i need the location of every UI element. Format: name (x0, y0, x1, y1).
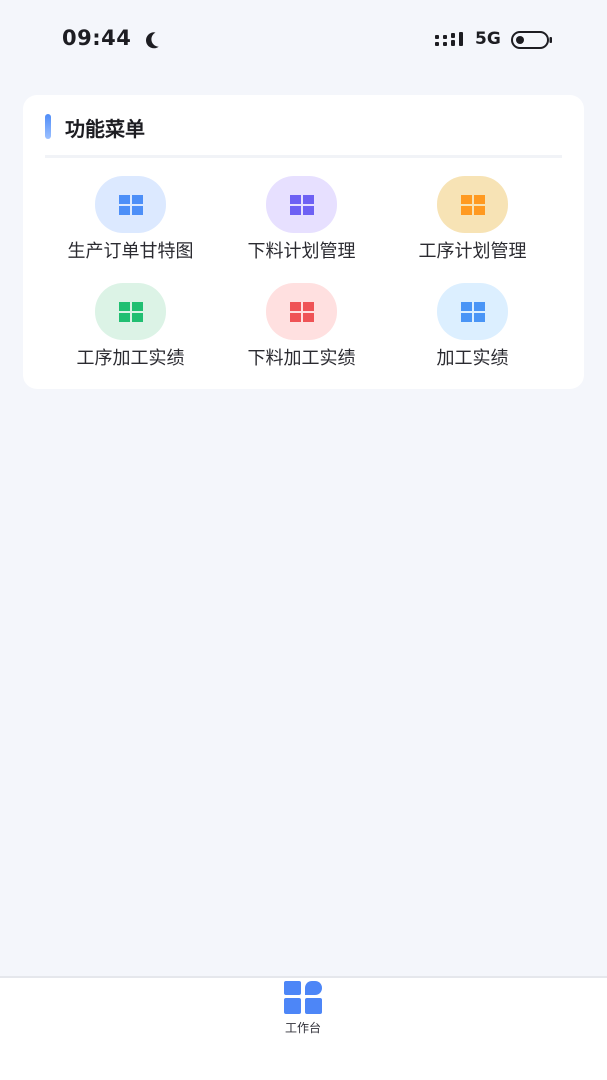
tab-workbench[interactable]: 工作台 (270, 978, 336, 1048)
menu-item-cutting-plan[interactable]: 下料计划管理 (216, 176, 387, 266)
grid-icon (460, 194, 485, 215)
function-menu-card: 功能菜单 生产订单甘特图 下料计划管理 工序计划管理 工序加工实绩 下料加工实绩… (23, 95, 584, 389)
menu-item-label: 工序加工实绩 (76, 348, 185, 369)
menu-icon-bubble (437, 176, 508, 233)
grid-icon (289, 194, 314, 215)
menu-item-label: 加工实绩 (436, 348, 509, 369)
network-type: 5G (475, 29, 501, 49)
moon-icon (146, 32, 159, 49)
menu-icon-bubble (266, 283, 337, 340)
grid-icon (118, 301, 143, 322)
menu-icon-bubble (95, 176, 166, 233)
menu-item-label: 工序计划管理 (418, 241, 527, 262)
workbench-icon (284, 981, 322, 1014)
menu-item-label: 下料计划管理 (247, 241, 356, 262)
signal-icon (435, 32, 463, 46)
status-bar: 09:44 5G (0, 0, 607, 80)
menu-item-cutting-results[interactable]: 下料加工实绩 (216, 283, 387, 373)
menu-icon-bubble (437, 283, 508, 340)
menu-icon-bubble (95, 283, 166, 340)
menu-item-process-plan[interactable]: 工序计划管理 (387, 176, 558, 266)
menu-item-process-results[interactable]: 工序加工实绩 (45, 283, 216, 373)
bottom-tab-bar: 工作台 (0, 976, 607, 1080)
menu-item-production-gantt[interactable]: 生产订单甘特图 (45, 176, 216, 266)
grid-icon (289, 301, 314, 322)
card-title: 功能菜单 (65, 117, 145, 141)
card-divider (45, 155, 562, 158)
status-time: 09:44 (62, 26, 132, 50)
menu-item-label: 下料加工实绩 (247, 348, 356, 369)
menu-grid: 生产订单甘特图 下料计划管理 工序计划管理 工序加工实绩 下料加工实绩 加工实绩 (45, 176, 562, 373)
card-header: 功能菜单 (23, 95, 584, 155)
menu-icon-bubble (266, 176, 337, 233)
menu-item-machining-results[interactable]: 加工实绩 (387, 283, 558, 373)
tab-label: 工作台 (284, 1021, 321, 1035)
title-accent-bar (45, 114, 51, 139)
grid-icon (118, 194, 143, 215)
menu-item-label: 生产订单甘特图 (67, 241, 194, 262)
battery-icon (511, 31, 552, 49)
grid-icon (460, 301, 485, 322)
